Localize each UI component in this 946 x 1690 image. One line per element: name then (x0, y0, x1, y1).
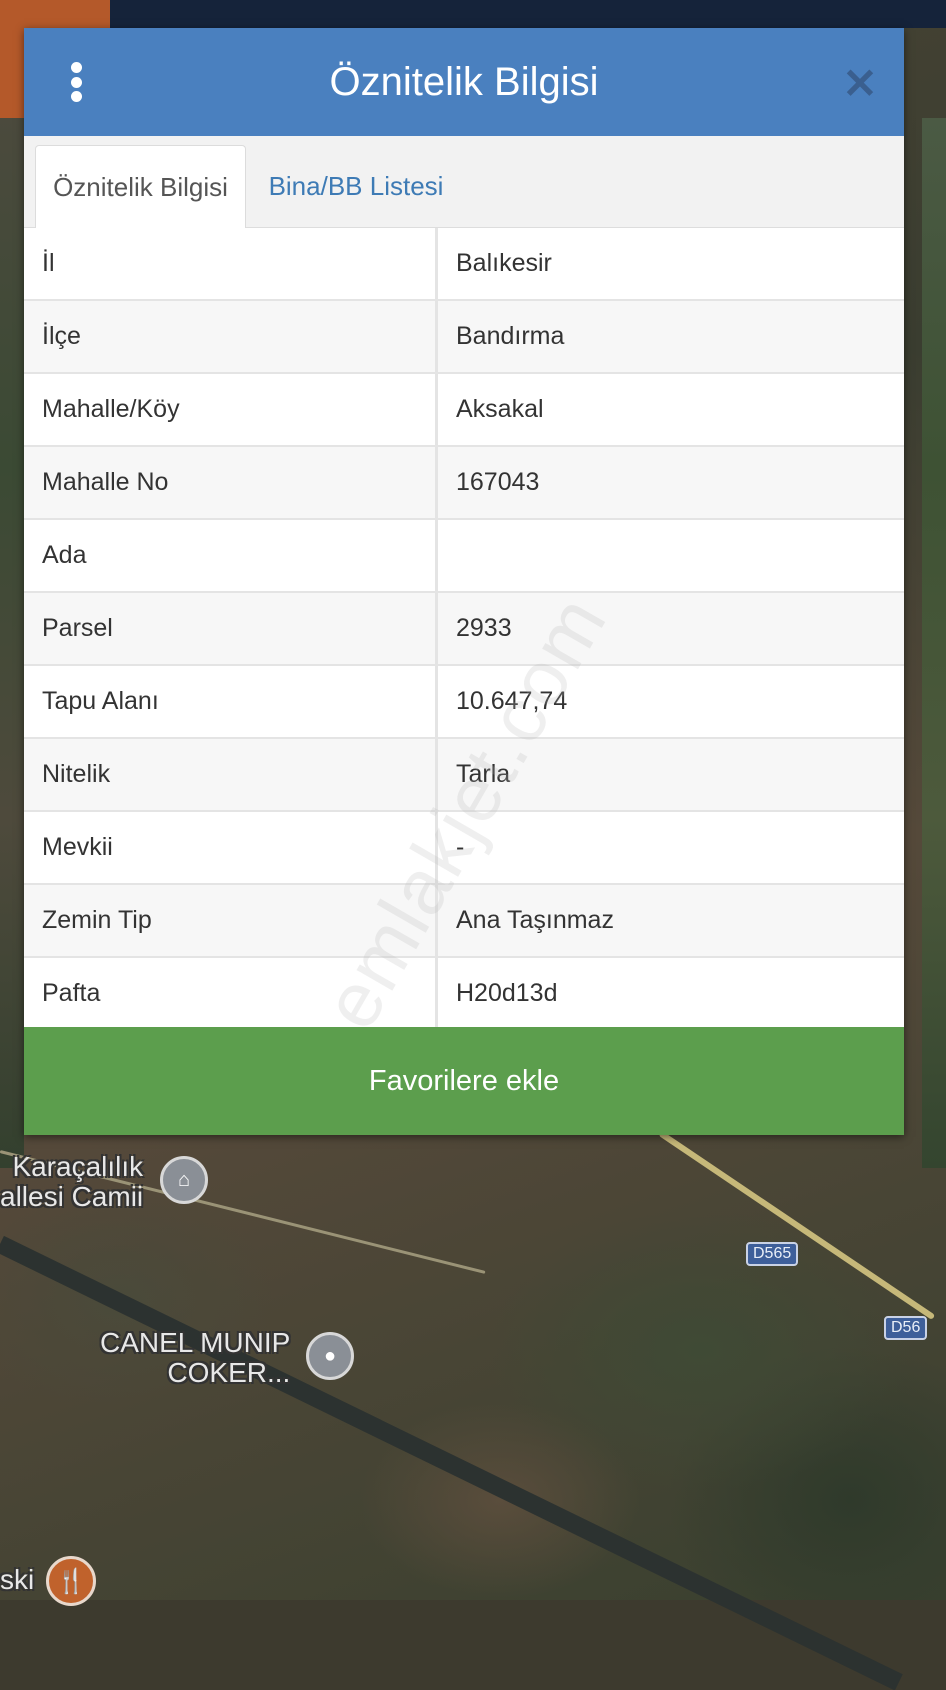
map-edge-left (0, 118, 24, 1168)
row-label: Mevkii (24, 812, 438, 883)
row-label: Zemin Tip (24, 885, 438, 956)
map-label-place: CANEL MUNIP COKER... (100, 1327, 291, 1388)
row-label: İl (24, 228, 438, 299)
row-value: - (456, 833, 465, 861)
map-label-mosque: Karaçalılık allesi Camii (0, 1151, 144, 1212)
table-row: Mahalle No 167043 (24, 447, 904, 520)
row-value: H20d13d (456, 979, 558, 1007)
table-row: Parsel 2933 (24, 593, 904, 666)
modal-title: Öznitelik Bilgisi (329, 60, 599, 104)
row-value: Ana Taşınmaz (456, 906, 614, 934)
row-label: Pafta (24, 958, 438, 1031)
map-label-bottom: ski (0, 1564, 35, 1595)
add-to-favorites-button[interactable]: Favorilere ekle (24, 1027, 904, 1135)
modal-header: Öznitelik Bilgisi ✕ (24, 28, 904, 136)
row-value: 10.647,74 (456, 687, 568, 715)
row-label: Tapu Alanı (24, 666, 438, 737)
table-row: Mahalle/Köy Aksakal (24, 374, 904, 447)
row-label: Nitelik (24, 739, 438, 810)
row-value: Balıkesir (456, 249, 552, 277)
road-badge-d565: D565 (746, 1242, 799, 1266)
table-row: Tapu Alanı 10.647,74 (24, 666, 904, 739)
row-label: Mahalle/Köy (24, 374, 438, 445)
attribute-table: İl Balıkesir İlçe Bandırma Mahalle/Köy A… (24, 228, 904, 1031)
row-value: Bandırma (456, 322, 565, 350)
map-top-bar (0, 0, 946, 28)
row-value: 167043 (456, 468, 540, 496)
attribute-info-modal: Öznitelik Bilgisi ✕ Öznitelik Bilgisi Bi… (24, 28, 904, 1135)
table-row: Nitelik Tarla (24, 739, 904, 812)
row-value: Tarla (456, 760, 511, 788)
table-row: İlçe Bandırma (24, 301, 904, 374)
row-label: Parsel (24, 593, 438, 664)
road-badge-d56: D56 (884, 1316, 928, 1340)
close-icon[interactable]: ✕ (840, 63, 880, 105)
row-value: 2933 (456, 614, 512, 642)
row-value: Aksakal (456, 395, 544, 423)
row-label: İlçe (24, 301, 438, 372)
tab-attribute-info[interactable]: Öznitelik Bilgisi (35, 145, 246, 229)
restaurant-icon[interactable]: 🍴 (46, 1556, 96, 1606)
row-label: Mahalle No (24, 447, 438, 518)
row-label: Ada (24, 520, 438, 591)
tab-building-list[interactable]: Bina/BB Listesi (256, 145, 456, 229)
table-row: Mevkii - (24, 812, 904, 885)
table-row: Pafta H20d13d (24, 958, 904, 1031)
more-vertical-icon[interactable] (62, 62, 90, 102)
row-value (438, 520, 904, 591)
table-row: Zemin Tip Ana Taşınmaz (24, 885, 904, 958)
table-row: İl Balıkesir (24, 228, 904, 301)
location-pin-icon[interactable]: ● (306, 1332, 354, 1380)
table-row: Ada (24, 520, 904, 593)
map-edge-right (922, 118, 946, 1168)
tab-bar: Öznitelik Bilgisi Bina/BB Listesi (24, 136, 904, 229)
mosque-pin-icon[interactable]: ⌂ (160, 1156, 208, 1204)
